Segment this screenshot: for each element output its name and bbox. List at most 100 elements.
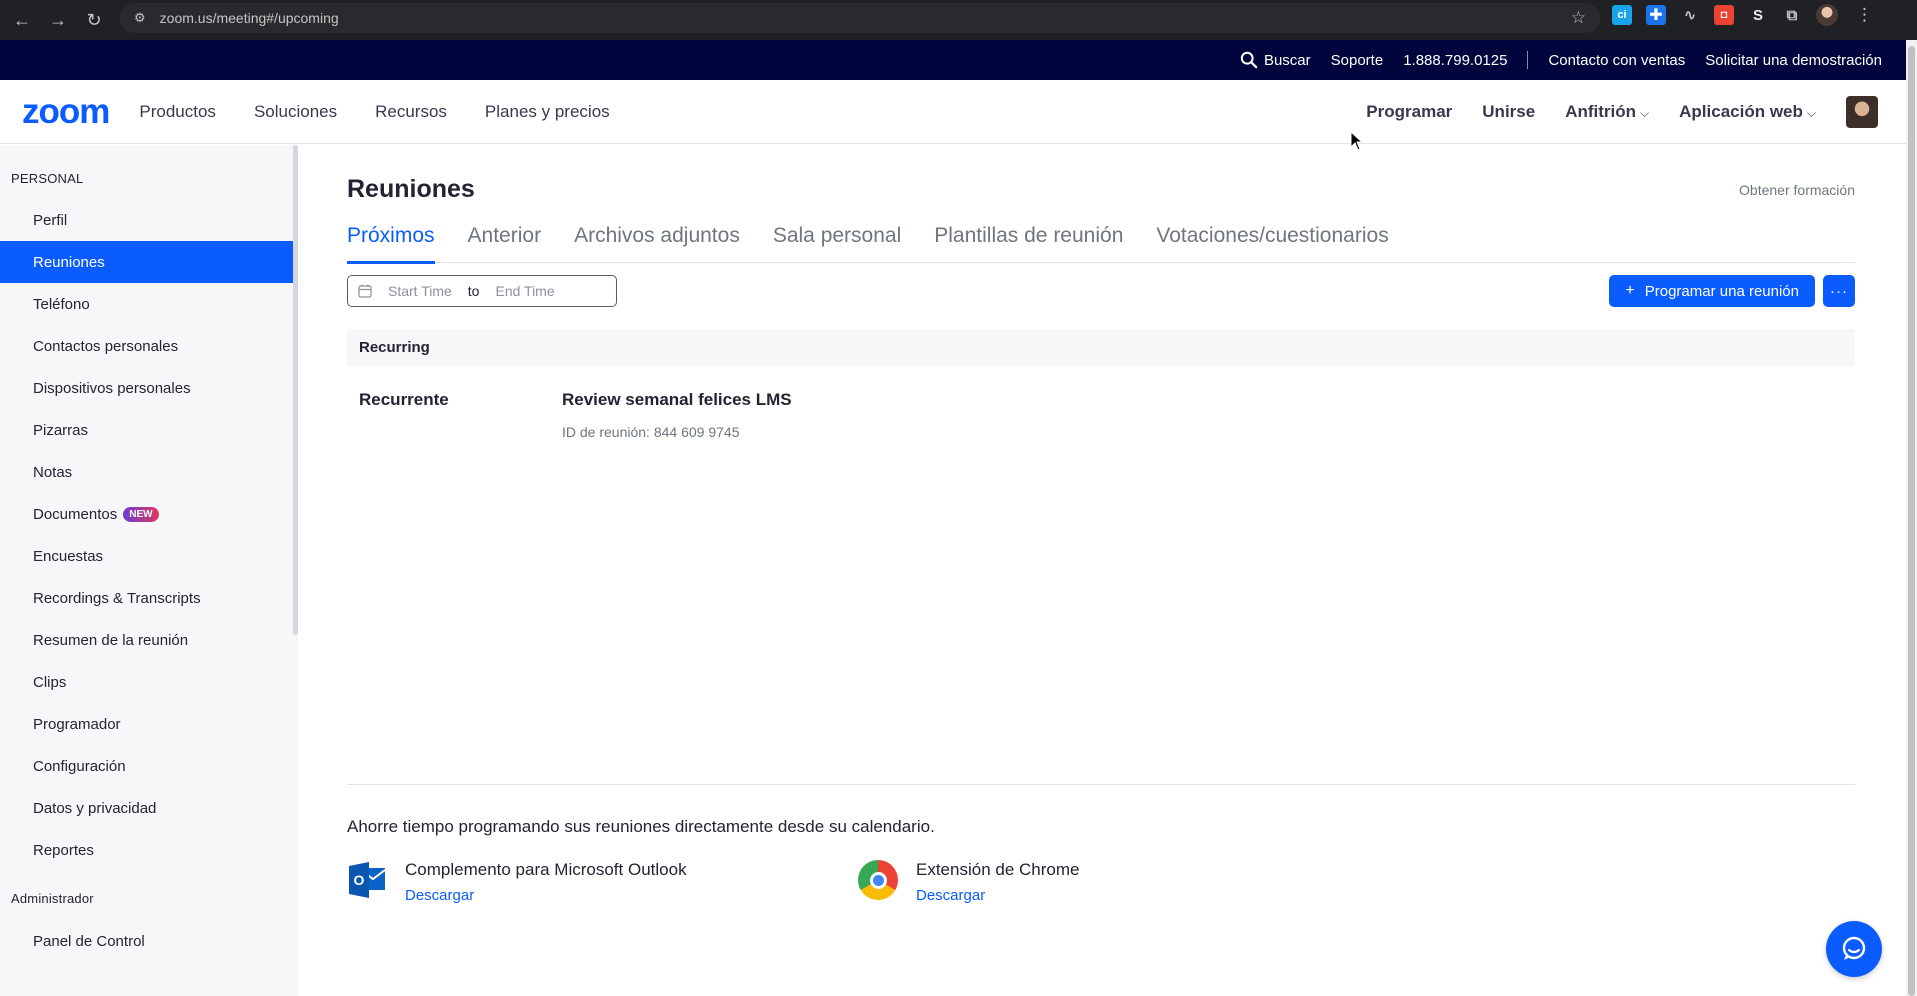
sidebar-section-personal: PERSONAL [11, 171, 84, 186]
svg-text:O: O [354, 872, 365, 888]
web-app-menu[interactable]: Aplicación web ⌵ [1679, 102, 1816, 122]
join-link[interactable]: Unirse [1482, 102, 1535, 122]
sidebar-item-label: Documentos [33, 505, 118, 523]
plus-extension-icon[interactable]: ✚ [1646, 5, 1666, 25]
sidebar-item-devices[interactable]: Dispositivos personales [0, 367, 293, 409]
meeting-type: Recurrente [359, 390, 449, 409]
training-link[interactable]: Obtener formación [1739, 182, 1855, 198]
tab-previous[interactable]: Anterior [468, 224, 542, 263]
tab-templates[interactable]: Plantillas de reunión [934, 224, 1123, 263]
sidebar-item-notes[interactable]: Notas [0, 451, 293, 493]
nav-solutions[interactable]: Soluciones [254, 102, 337, 122]
sidebar-section-admin: Administrador [11, 891, 94, 906]
nav-pricing[interactable]: Planes y precios [485, 102, 610, 122]
sidebar-item-privacy[interactable]: Datos y privacidad [0, 787, 293, 829]
sidebar-item-whiteboards[interactable]: Pizarras [0, 409, 293, 451]
outlook-name: Complemento para Microsoft Outlook [405, 860, 687, 879]
sidebar-item-meeting-summary[interactable]: Resumen de la reunión [0, 619, 293, 661]
s-extension-icon[interactable]: S [1748, 5, 1768, 25]
chevron-down-icon: ⌵ [1640, 106, 1650, 120]
sidebar-item-documents[interactable]: Documentos NEW [0, 493, 293, 535]
search-link[interactable]: Buscar [1240, 51, 1311, 69]
outlook-addin: O Complemento para Microsoft Outlook Des… [347, 860, 687, 904]
page-scrollbar[interactable] [1906, 40, 1917, 996]
main-content: Reuniones Obtener formación Próximos Ant… [347, 145, 1855, 446]
ci-extension-icon[interactable]: ci [1612, 5, 1632, 25]
request-demo-link[interactable]: Solicitar una demostración [1705, 52, 1882, 69]
outlook-download-link[interactable]: Descargar [405, 887, 687, 904]
schedule-meeting-button[interactable]: + Programar una reunión [1609, 275, 1815, 307]
zoom-logo[interactable]: zoom [22, 92, 110, 132]
nav-resources[interactable]: Recursos [375, 102, 447, 122]
main-header: zoom Productos Soluciones Recursos Plane… [0, 80, 1906, 144]
user-avatar[interactable] [1846, 96, 1878, 128]
meeting-id: ID de reunión: 844 609 9745 [562, 424, 740, 440]
tab-personal-room[interactable]: Sala personal [773, 224, 901, 263]
sidebar-item-profile[interactable]: Perfil [0, 199, 293, 241]
date-range-picker[interactable]: Start Time to End Time [347, 275, 617, 307]
end-time-input[interactable]: End Time [495, 283, 554, 299]
meeting-row[interactable]: Recurrente Review semanal felices LMS ID… [347, 366, 1855, 446]
address-bar[interactable]: ⚙ zoom.us/meeting#/upcoming ☆ [120, 3, 1600, 33]
tab-polls[interactable]: Votaciones/cuestionarios [1156, 224, 1388, 263]
support-link[interactable]: Soporte [1331, 52, 1384, 69]
url-text: zoom.us/meeting#/upcoming [159, 10, 339, 26]
web-app-label: Aplicación web [1679, 102, 1803, 121]
chrome-download-link[interactable]: Descargar [916, 887, 1079, 904]
sidebar-item-dashboard[interactable]: Panel de Control [0, 920, 293, 962]
puzzle-extension-icon[interactable]: ⧉ [1782, 5, 1802, 25]
schedule-meeting-label: Programar una reunión [1644, 282, 1799, 300]
extensions-row: ci ✚ ∿ ◘ S ⧉ ⋮ [1612, 4, 1873, 26]
meeting-topic-link[interactable]: Review semanal felices LMS [562, 390, 792, 410]
content-divider [347, 784, 1855, 785]
chevron-down-icon: ⌵ [1806, 106, 1816, 120]
nav-products[interactable]: Productos [139, 102, 216, 122]
more-options-button[interactable]: ··· [1823, 275, 1855, 307]
chat-support-button[interactable] [1826, 921, 1882, 977]
schedule-link[interactable]: Programar [1366, 102, 1452, 122]
group-header-recurring: Recurring [347, 329, 1855, 366]
tab-attachments[interactable]: Archivos adjuntos [574, 224, 740, 263]
browser-profile-avatar[interactable] [1816, 4, 1838, 26]
sidebar-item-settings[interactable]: Configuración [0, 745, 293, 787]
chrome-text: Extensión de Chrome Descargar [916, 860, 1079, 904]
sidebar-item-phone[interactable]: Teléfono [0, 283, 293, 325]
forward-arrow-icon[interactable]: → [40, 4, 76, 36]
page-title: Reuniones [347, 175, 475, 203]
sidebar-item-recordings[interactable]: Recordings & Transcripts [0, 577, 293, 619]
tab-upcoming[interactable]: Próximos [347, 224, 435, 264]
sidebar-item-meetings[interactable]: Reuniones [0, 241, 293, 283]
reload-icon[interactable]: ↻ [76, 4, 112, 36]
main-nav: Productos Soluciones Recursos Planes y p… [139, 102, 609, 122]
phone-link[interactable]: 1.888.799.0125 [1403, 52, 1507, 69]
plus-icon: + [1625, 282, 1635, 299]
calendar-icon [358, 284, 372, 298]
utility-bar: Buscar Soporte 1.888.799.0125 Contacto c… [0, 40, 1906, 80]
chrome-extension-promo: Extensión de Chrome Descargar [858, 860, 1079, 904]
sidebar-item-contacts[interactable]: Contactos personales [0, 325, 293, 367]
sidebar-item-reports[interactable]: Reportes [0, 829, 293, 871]
outlook-icon: O [349, 862, 386, 898]
bookmark-star-icon[interactable]: ☆ [1571, 8, 1586, 28]
browser-toolbar: ← → ↻ ⚙ zoom.us/meeting#/upcoming ☆ ci ✚… [0, 0, 1917, 40]
meetings-toolbar: Start Time to End Time + Programar una r… [347, 275, 1855, 329]
right-nav: Programar Unirse Anfitrión ⌵ Aplicación w… [1366, 80, 1878, 144]
sidebar-scrollbar[interactable] [293, 145, 298, 635]
sidebar-item-scheduler[interactable]: Programador [0, 703, 293, 745]
red-extension-icon[interactable]: ◘ [1714, 5, 1734, 25]
browser-menu-icon[interactable]: ⋮ [1856, 5, 1873, 25]
chat-bubble-icon [1842, 936, 1866, 960]
util-divider [1527, 51, 1529, 69]
host-menu[interactable]: Anfitrión ⌵ [1565, 102, 1649, 122]
new-badge: NEW [123, 506, 159, 522]
link-extension-icon[interactable]: ∿ [1680, 5, 1700, 25]
start-time-input[interactable]: Start Time [388, 283, 452, 299]
sidebar: PERSONAL Perfil Reuniones Teléfono Conta… [0, 145, 298, 996]
site-info-icon[interactable]: ⚙ [134, 10, 146, 26]
page-scrollbar-thumb[interactable] [1908, 46, 1915, 996]
contact-sales-link[interactable]: Contacto con ventas [1548, 52, 1685, 69]
mouse-cursor-icon [1350, 131, 1364, 151]
sidebar-item-surveys[interactable]: Encuestas [0, 535, 293, 577]
sidebar-item-clips[interactable]: Clips [0, 661, 293, 703]
back-arrow-icon[interactable]: ← [4, 4, 40, 36]
